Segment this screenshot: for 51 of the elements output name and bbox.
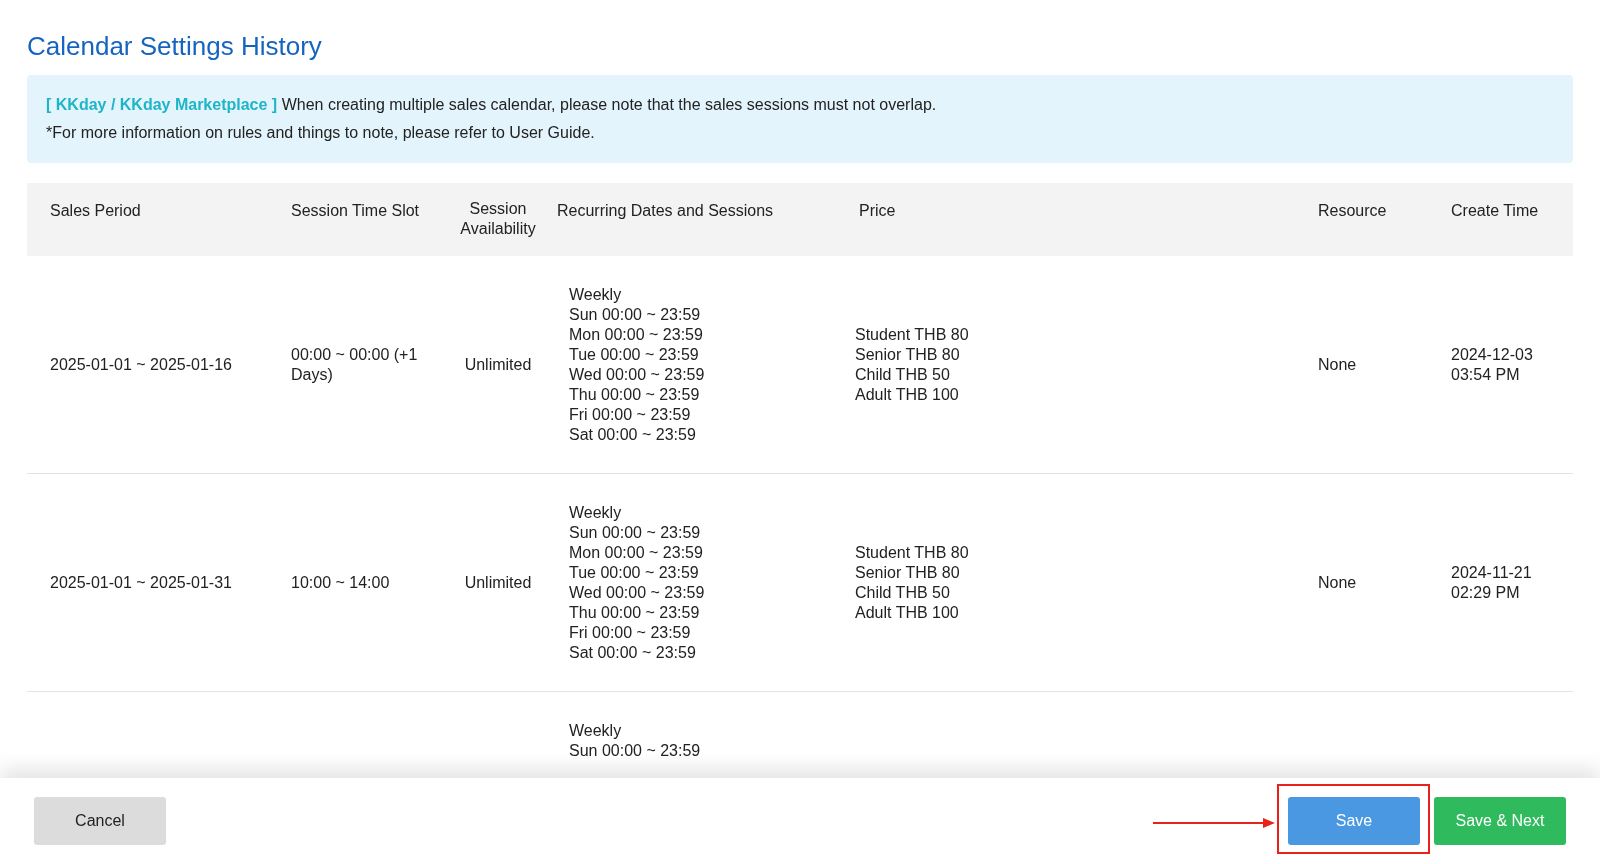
table-cell: 10:00 ~ 14:00	[291, 572, 390, 593]
price-line: Senior THB 80	[855, 562, 961, 583]
schedule-line: Mon 00:00 ~ 23:59	[569, 325, 704, 345]
column-header: Recurring Dates and Sessions	[557, 201, 774, 221]
column-header: Session Time Slot	[291, 201, 420, 221]
create-time-line: 2024-11-21	[1451, 562, 1532, 583]
column-header: Create Time	[1451, 201, 1539, 221]
price-line: Student THB 80	[855, 542, 969, 563]
table-cell-text: Unlimited	[464, 572, 532, 593]
create-time-line: 03:54 PM	[1451, 364, 1521, 385]
price-line: Adult THB 100	[855, 602, 960, 623]
page-title: Calendar Settings History	[27, 30, 323, 62]
schedule-line: Sat 00:00 ~ 23:59	[569, 643, 697, 663]
price-line: Senior THB 80	[855, 344, 961, 365]
schedule-line: Weekly	[569, 503, 623, 523]
price-line: Student THB 80	[855, 324, 969, 345]
table-cell-text: 00:00 ~ 00:00 (+1 Days)	[291, 344, 419, 385]
schedule-line: Tue 00:00 ~ 23:59	[569, 563, 700, 583]
notice-text: [ KKday / KKday Marketplace ] When creating multiple sales calendar, please note that the sales sessions must not overlap.	[46, 95, 938, 115]
table-cell-text: 2025-01-01 ~ 2025-01-31	[50, 572, 232, 593]
schedule-line: Wed 00:00 ~ 23:59	[569, 365, 706, 385]
schedule-line: Fri 00:00 ~ 23:59	[569, 623, 692, 643]
column-header: Price	[859, 201, 896, 221]
price-line: Child THB 50	[855, 582, 951, 603]
schedule-line: Wed 00:00 ~ 23:59	[569, 583, 706, 603]
table-cell-text: None	[1318, 354, 1357, 375]
schedule-line: Sun 00:00 ~ 23:59	[569, 741, 702, 761]
schedule-line: Thu 00:00 ~ 23:59	[569, 603, 701, 623]
notice-text: *For more information on rules and things to note, please refer to User Guide.	[46, 123, 596, 143]
table-cell-text: None	[1318, 572, 1357, 593]
table-cell-text: 2025-01-01 ~ 2025-01-16	[50, 354, 232, 375]
column-header: Sales Period	[50, 201, 141, 221]
cancel-button[interactable]: Cancel	[34, 797, 166, 845]
schedule-line: Weekly	[569, 721, 623, 741]
price-line: Child THB 50	[855, 364, 951, 385]
schedule-line: Mon 00:00 ~ 23:59	[569, 543, 704, 563]
table-cell-text: Unlimited	[464, 354, 532, 375]
schedule-line: Sun 00:00 ~ 23:59	[569, 305, 702, 325]
schedule-line: Sat 00:00 ~ 23:59	[569, 425, 697, 445]
create-time-line: 02:29 PM	[1451, 582, 1521, 603]
schedule-line: Thu 00:00 ~ 23:59	[569, 385, 701, 405]
column-header: Resource	[1318, 201, 1387, 221]
schedule-line: Fri 00:00 ~ 23:59	[569, 405, 692, 425]
schedule-line: Tue 00:00 ~ 23:59	[569, 345, 700, 365]
create-time-line: 2024-12-03	[1451, 344, 1533, 365]
save-button[interactable]: Save	[1288, 797, 1420, 845]
schedule-line: Sun 00:00 ~ 23:59	[569, 523, 702, 543]
column-header: Session Availability	[459, 199, 537, 239]
save-button[interactable]: Save & Next	[1434, 797, 1566, 845]
schedule-line: Weekly	[569, 285, 623, 305]
price-line: Adult THB 100	[855, 384, 960, 405]
